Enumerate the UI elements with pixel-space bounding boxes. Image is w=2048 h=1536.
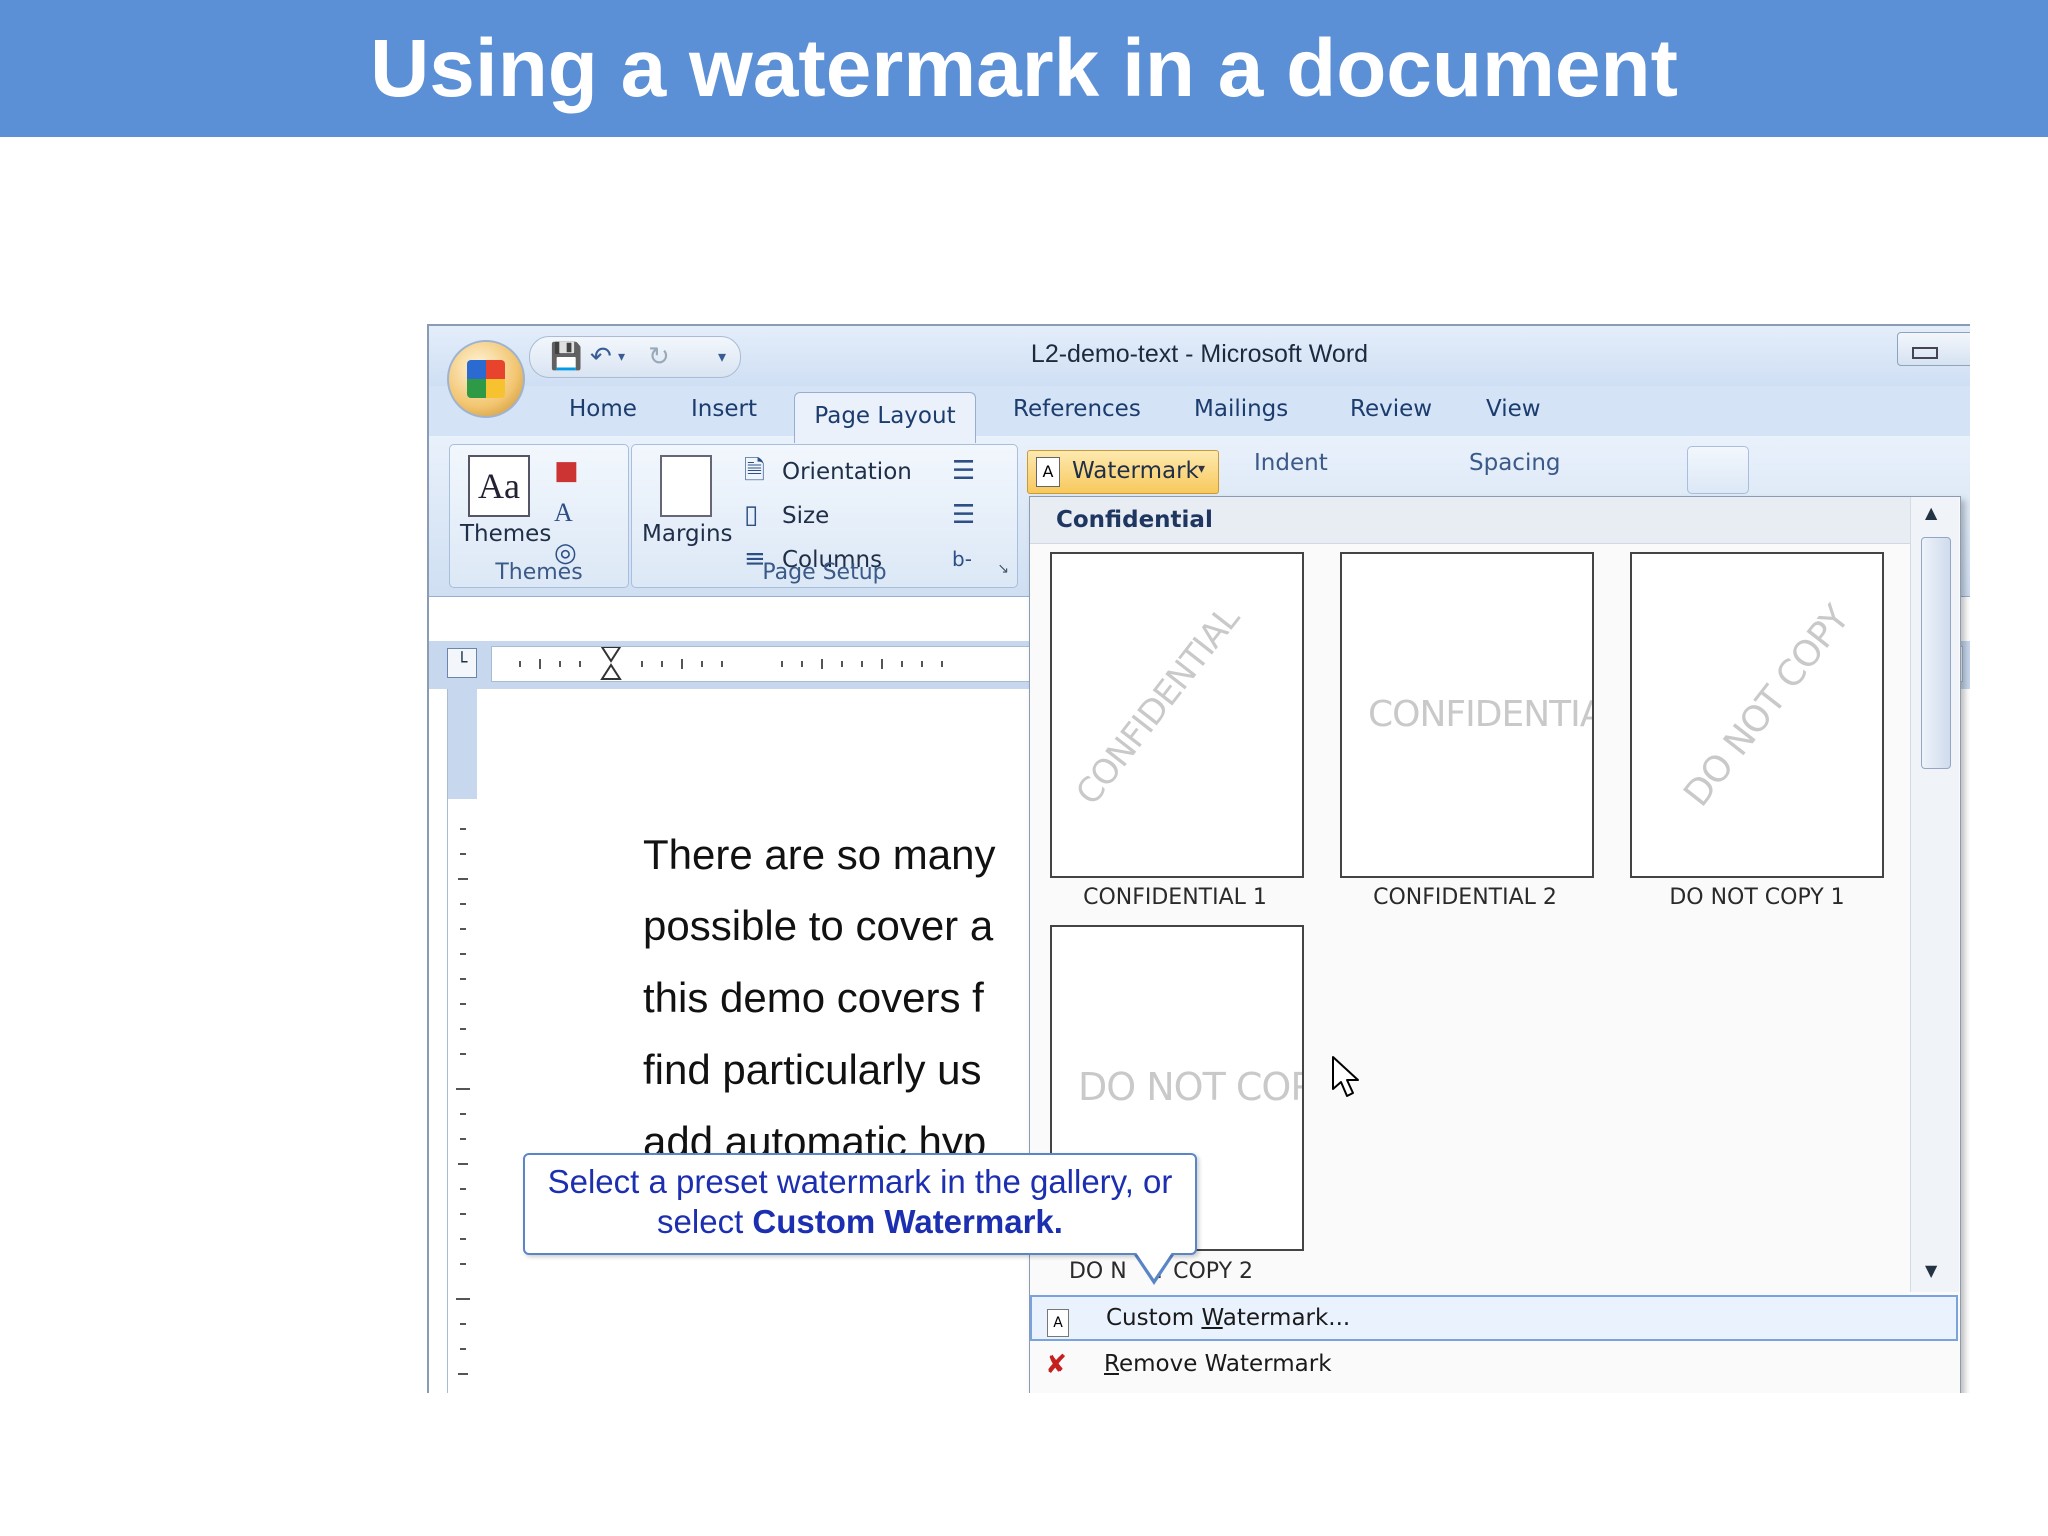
scroll-down-icon[interactable]: ▼ xyxy=(1925,1261,1937,1280)
callout-line-2: select Custom Watermark. xyxy=(657,1203,1063,1240)
tab-home[interactable]: Home xyxy=(569,396,637,422)
gallery-header-label: Confidential xyxy=(1056,507,1213,533)
breaks-icon[interactable]: ☰ xyxy=(952,457,975,485)
watermark-preview-text: CONFIDENTIAL xyxy=(1068,599,1248,813)
dialog-launcher-icon[interactable]: ↘ xyxy=(997,561,1009,577)
watermark-label: DO NOT COPY 1 xyxy=(1669,885,1845,910)
vertical-ruler[interactable] xyxy=(447,689,479,1393)
tab-selector-icon[interactable]: └ xyxy=(447,648,477,678)
theme-colors-icon[interactable]: ■ xyxy=(554,457,579,485)
themes-group-label: Themes xyxy=(495,560,583,585)
watermark-label: CONFIDENTIAL 2 xyxy=(1373,885,1557,910)
office-logo-icon xyxy=(467,360,505,398)
watermark-icon: A xyxy=(1036,457,1060,487)
office-button[interactable] xyxy=(447,340,525,418)
theme-fonts-icon[interactable]: A xyxy=(554,499,573,527)
document-line: this demo covers f xyxy=(643,974,984,1021)
indent-label: Indent xyxy=(1254,450,1328,476)
document-line: possible to cover a xyxy=(643,902,994,949)
themes-icon[interactable]: Aa xyxy=(468,455,530,517)
watermark-button[interactable]: A Watermark ▾ xyxy=(1027,450,1219,494)
size-button[interactable]: Size xyxy=(782,503,829,529)
line-numbers-icon[interactable]: ☰ xyxy=(952,501,975,529)
watermark-thumb-confidential-2[interactable]: CONFIDENTIAL xyxy=(1340,552,1594,878)
page-setup-group-label: Page Setup xyxy=(762,560,887,585)
customize-toolbar-icon[interactable]: ▾ xyxy=(718,343,726,371)
window-controls[interactable] xyxy=(1897,332,1970,366)
spacing-label: Spacing xyxy=(1469,450,1561,476)
tab-view[interactable]: View xyxy=(1486,396,1541,422)
undo-icon[interactable]: ↶ xyxy=(590,343,612,371)
watermark-button-label: Watermark xyxy=(1072,458,1199,484)
watermark-thumb-confidential-1[interactable]: CONFIDENTIAL xyxy=(1050,552,1304,878)
watermark-thumb-do-not-copy-1[interactable]: DO NOT COPY xyxy=(1630,552,1884,878)
gallery-scrollbar[interactable]: ▲ ▼ xyxy=(1910,497,1959,1292)
themes-button[interactable]: Themes xyxy=(460,521,551,547)
minimize-icon[interactable] xyxy=(1912,347,1938,359)
vertical-ruler-ticks xyxy=(456,828,470,1375)
ruler-ticks xyxy=(519,647,943,680)
themes-group: Aa Themes ■ A ◎ Themes xyxy=(449,444,629,588)
page-setup-group: Margins 🗎 Orientation ▯ Size ≡ Columns ☰… xyxy=(631,444,1018,588)
arrange-icon[interactable] xyxy=(1687,446,1749,494)
tab-mailings[interactable]: Mailings xyxy=(1194,396,1288,422)
tab-review[interactable]: Review xyxy=(1350,396,1432,422)
watermark-preview-text: DO NOT COPY xyxy=(1078,1065,1302,1109)
gallery-category-header: Confidential xyxy=(1030,497,1910,544)
slide-title: Using a watermark in a document xyxy=(370,23,1678,114)
watermark-preview-text: DO NOT COPY xyxy=(1676,598,1858,815)
redo-icon[interactable]: ↻ xyxy=(648,343,670,371)
callout-line-1: Select a preset watermark in the gallery… xyxy=(547,1163,1173,1200)
orientation-button[interactable]: Orientation xyxy=(782,459,912,485)
save-icon[interactable]: 💾 xyxy=(550,343,582,371)
watermark-label: CONFIDENTIAL 1 xyxy=(1083,885,1267,910)
size-icon: ▯ xyxy=(744,500,759,530)
orientation-icon: 🗎 xyxy=(744,456,765,486)
scroll-thumb[interactable] xyxy=(1921,537,1951,769)
tab-page-layout[interactable]: Page Layout xyxy=(794,392,976,443)
instruction-callout: Select a preset watermark in the gallery… xyxy=(523,1153,1197,1255)
remove-watermark-menu-item[interactable]: ✘ Remove Watermark xyxy=(1030,1343,1958,1389)
quick-access-toolbar: 💾 ↶ ▾ ↻ ▾ xyxy=(529,336,741,378)
watermark-preview-text: CONFIDENTIAL xyxy=(1368,694,1592,735)
watermark-label-start: DO N xyxy=(1068,1259,1127,1284)
custom-watermark-menu-item[interactable]: A Custom Watermark... xyxy=(1030,1295,1958,1341)
chevron-down-icon[interactable]: ▾ xyxy=(618,343,625,371)
custom-watermark-icon: A xyxy=(1042,1303,1074,1337)
document-line: find particularly us xyxy=(643,1046,982,1093)
ribbon-tabs: Home Insert References Mailings Review V… xyxy=(429,386,1970,436)
tab-references[interactable]: References xyxy=(1013,396,1141,422)
chevron-down-icon: ▾ xyxy=(1198,461,1206,477)
margins-button[interactable]: Margins xyxy=(642,521,733,547)
mouse-pointer-icon xyxy=(1332,1056,1359,1097)
tab-insert[interactable]: Insert xyxy=(691,396,757,422)
callout-tail-fill xyxy=(1133,1248,1175,1279)
document-line: There are so many xyxy=(643,831,996,878)
remove-watermark-icon: ✘ xyxy=(1045,1350,1067,1380)
scroll-up-icon[interactable]: ▲ xyxy=(1925,503,1937,522)
margins-icon[interactable] xyxy=(660,455,712,517)
